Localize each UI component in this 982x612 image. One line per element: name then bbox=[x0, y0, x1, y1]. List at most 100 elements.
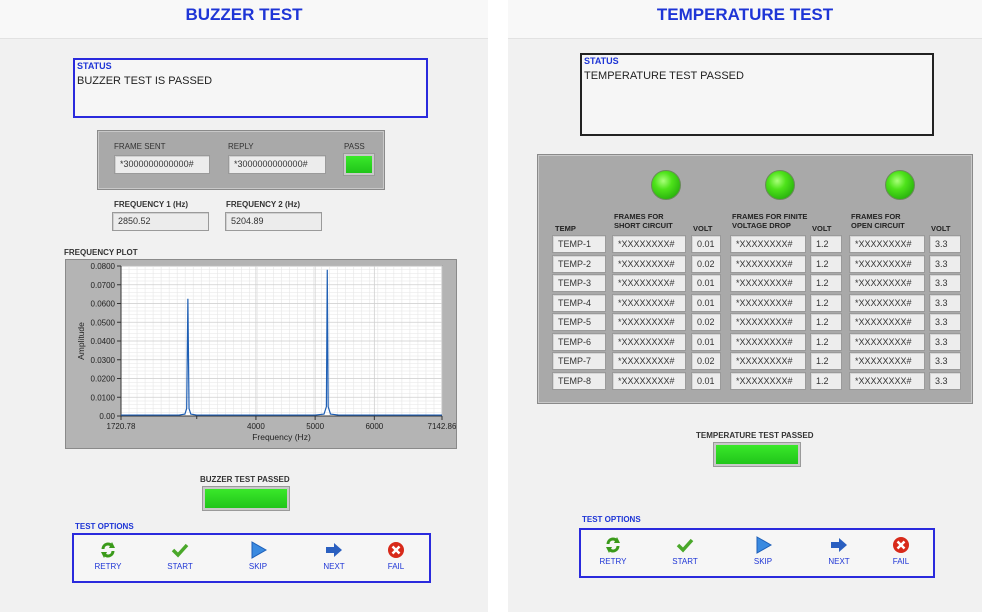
page-title: BUZZER TEST bbox=[185, 5, 303, 24]
volt-2-cell: 1.2 bbox=[810, 254, 842, 273]
volt-2-cell: 1.2 bbox=[810, 371, 842, 390]
start-button[interactable]: START bbox=[657, 536, 713, 566]
skip-button[interactable]: SKIP bbox=[230, 541, 286, 571]
frequency-1-label: FREQUENCY 1 (Hz) bbox=[114, 200, 189, 209]
open-circuit-frame-cell: *XXXXXXXX# bbox=[849, 313, 925, 331]
volt-3-cell: 3.3 bbox=[929, 235, 961, 253]
finite-drop-frame-cell: *XXXXXXXX# bbox=[730, 371, 806, 390]
volt-1-cell: 0.01 bbox=[691, 371, 721, 390]
result-indicator bbox=[714, 443, 800, 466]
y-tick-label: 0.0200 bbox=[91, 375, 116, 384]
result-indicator bbox=[203, 487, 289, 510]
short-circuit-frame-cell: *XXXXXXXX# bbox=[612, 293, 686, 312]
checkmark-icon bbox=[171, 543, 189, 558]
temp-cell: TEMP-2 bbox=[552, 254, 606, 273]
volt-2-cell: 1.2 bbox=[810, 293, 842, 312]
status-label: STATUS bbox=[584, 56, 619, 66]
next-button[interactable]: NEXT bbox=[306, 541, 362, 571]
plot-grid bbox=[120, 265, 443, 417]
open-circuit-frame-cell: *XXXXXXXX# bbox=[849, 332, 925, 351]
open-circuit-frame-cell: *XXXXXXXX# bbox=[849, 254, 925, 273]
retry-button[interactable]: RETRY bbox=[585, 536, 641, 566]
y-tick-label: 0.0600 bbox=[91, 300, 116, 309]
open-circuit-frame-cell: *XXXXXXXX# bbox=[849, 235, 925, 253]
short-circuit-frame-cell: *XXXXXXXX# bbox=[612, 274, 686, 292]
status-box: STATUS BUZZER TEST IS PASSED bbox=[73, 58, 428, 118]
frame-sent-label: FRAME SENT bbox=[114, 142, 166, 151]
volt-3-cell: 3.3 bbox=[929, 293, 961, 312]
status-text: BUZZER TEST IS PASSED bbox=[77, 75, 213, 87]
header-temp: TEMP bbox=[555, 224, 576, 233]
fail-label: FAIL bbox=[387, 562, 405, 571]
header-open-circuit: FRAMES FOR OPEN CIRCUIT bbox=[851, 212, 905, 230]
y-tick-label: 0.0700 bbox=[91, 281, 116, 290]
next-button[interactable]: NEXT bbox=[811, 536, 867, 566]
buzzer-test-panel: BUZZER TEST STATUS BUZZER TEST IS PASSED… bbox=[0, 0, 488, 612]
result-label: BUZZER TEST PASSED bbox=[200, 475, 290, 484]
temperature-table-frame: TEMP FRAMES FOR SHORT CIRCUIT VOLT FRAME… bbox=[537, 154, 973, 404]
short-circuit-frame-cell: *XXXXXXXX# bbox=[612, 254, 686, 273]
header-short-circuit: FRAMES FOR SHORT CIRCUIT bbox=[614, 212, 673, 230]
y-tick-label: 0.00 bbox=[99, 412, 115, 421]
finite-drop-frame-cell: *XXXXXXXX# bbox=[730, 274, 806, 292]
pass-indicator bbox=[344, 154, 374, 175]
temp-cell: TEMP-7 bbox=[552, 352, 606, 370]
skip-button[interactable]: SKIP bbox=[735, 536, 791, 566]
fail-button[interactable]: FAIL bbox=[368, 541, 424, 571]
volt-1-cell: 0.01 bbox=[691, 235, 721, 253]
volt-3-cell: 3.3 bbox=[929, 371, 961, 390]
open-circuit-frame-cell: *XXXXXXXX# bbox=[849, 274, 925, 292]
y-tick-label: 0.0300 bbox=[91, 356, 116, 365]
x-axis-label: Frequency (Hz) bbox=[252, 432, 311, 442]
start-button[interactable]: START bbox=[152, 541, 208, 571]
retry-icon bbox=[606, 537, 620, 553]
volt-1-cell: 0.01 bbox=[691, 293, 721, 312]
title-bar: TEMPERATURE TEST bbox=[508, 0, 982, 39]
short-circuit-frame-cell: *XXXXXXXX# bbox=[612, 371, 686, 390]
temp-cell: TEMP-6 bbox=[552, 332, 606, 351]
x-tick-label: 4000 bbox=[247, 422, 265, 431]
fail-icon bbox=[893, 537, 909, 553]
volt-3-cell: 3.3 bbox=[929, 313, 961, 331]
finite-drop-frame-cell: *XXXXXXXX# bbox=[730, 254, 806, 273]
short-circuit-frame-cell: *XXXXXXXX# bbox=[612, 352, 686, 370]
frequency-plot: 0.00 0.0100 0.0200 0.0300 0.0400 0.0500 0.0600… bbox=[65, 259, 457, 449]
frequency-2-label: FREQUENCY 2 (Hz) bbox=[226, 200, 301, 209]
frequency-1-field: 2850.52 bbox=[112, 212, 209, 231]
finite-drop-frame-cell: *XXXXXXXX# bbox=[730, 352, 806, 370]
frequency-2-field: 5204.89 bbox=[225, 212, 322, 231]
volt-2-cell: 1.2 bbox=[810, 235, 842, 253]
finite-drop-frame-cell: *XXXXXXXX# bbox=[730, 235, 806, 253]
finite-drop-frame-cell: *XXXXXXXX# bbox=[730, 332, 806, 351]
result-label: TEMPERATURE TEST PASSED bbox=[696, 431, 814, 440]
y-tick-label: 0.0500 bbox=[91, 318, 116, 327]
x-tick-label: 6000 bbox=[365, 422, 383, 431]
reply-field: *3000000000000# bbox=[228, 155, 326, 174]
reply-label: REPLY bbox=[228, 142, 254, 151]
retry-button[interactable]: RETRY bbox=[80, 541, 136, 571]
fail-label: FAIL bbox=[892, 557, 910, 566]
frequency-plot-label: FREQUENCY PLOT bbox=[64, 248, 138, 257]
right-arrow-icon bbox=[831, 538, 847, 552]
next-label: NEXT bbox=[323, 562, 345, 571]
status-text: TEMPERATURE TEST PASSED bbox=[584, 70, 744, 82]
test-options-box: RETRY START SKIP NEXT FAIL bbox=[579, 528, 935, 578]
fail-button[interactable]: FAIL bbox=[873, 536, 929, 566]
header-volt-1: VOLT bbox=[693, 224, 713, 233]
header-volt-2: VOLT bbox=[812, 224, 832, 233]
retry-label: RETRY bbox=[94, 562, 122, 571]
x-tick-label: 5000 bbox=[306, 422, 324, 431]
play-icon bbox=[251, 541, 267, 559]
open-circuit-frame-cell: *XXXXXXXX# bbox=[849, 352, 925, 370]
volt-3-cell: 3.3 bbox=[929, 352, 961, 370]
volt-3-cell: 3.3 bbox=[929, 254, 961, 273]
short-circuit-led bbox=[651, 170, 681, 200]
checkmark-icon bbox=[676, 538, 694, 553]
test-options-box: RETRY START SKIP NEXT FAIL bbox=[72, 533, 431, 583]
play-icon bbox=[756, 536, 772, 554]
volt-3-cell: 3.3 bbox=[929, 332, 961, 351]
finite-drop-led bbox=[765, 170, 795, 200]
temp-cell: TEMP-5 bbox=[552, 313, 606, 331]
volt-2-cell: 1.2 bbox=[810, 352, 842, 370]
skip-label: SKIP bbox=[753, 557, 773, 566]
